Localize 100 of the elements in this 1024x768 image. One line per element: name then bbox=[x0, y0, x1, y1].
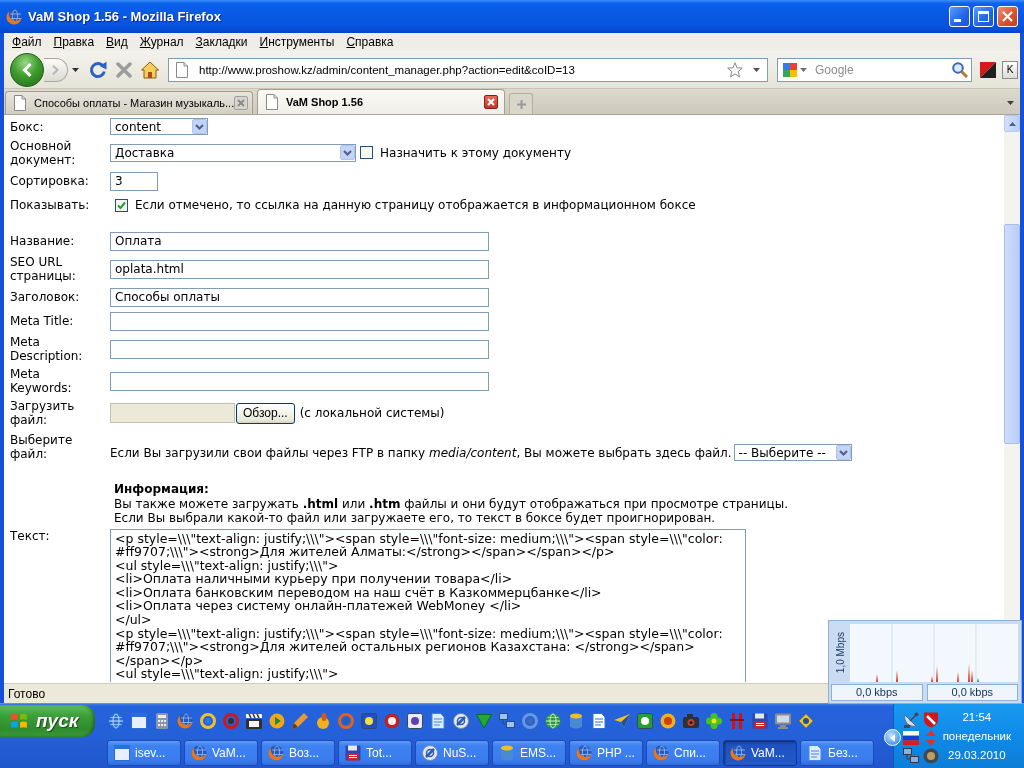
taskbar-button[interactable]: Спи... bbox=[646, 740, 720, 766]
monitor-icon[interactable] bbox=[775, 713, 791, 729]
browser-tab[interactable]: VaM Shop 1.56 bbox=[257, 89, 505, 114]
menu-item[interactable]: Закладки bbox=[189, 34, 254, 50]
flag-icon[interactable] bbox=[903, 730, 919, 746]
play-icon[interactable] bbox=[269, 713, 285, 729]
document-icon[interactable] bbox=[591, 713, 607, 729]
split-square-icon[interactable] bbox=[980, 61, 996, 78]
tray-expand-button[interactable] bbox=[884, 729, 901, 746]
window-icon[interactable] bbox=[131, 713, 147, 729]
globe-icon[interactable] bbox=[108, 713, 124, 729]
minimize-button[interactable] bbox=[949, 6, 970, 27]
document-icon[interactable] bbox=[430, 713, 446, 729]
input-field[interactable] bbox=[110, 371, 489, 391]
ring-icon[interactable] bbox=[384, 713, 400, 729]
taskbar-button[interactable]: Воз... bbox=[261, 740, 335, 766]
globe-icon[interactable] bbox=[177, 713, 193, 729]
camera-icon[interactable] bbox=[683, 713, 699, 729]
input-field[interactable]: oplata.html bbox=[110, 259, 489, 279]
address-field[interactable]: http://www.proshow.kz/admin/content_manager.php?action=edit&coID=13 bbox=[168, 57, 768, 82]
maximize-icon bbox=[978, 11, 989, 22]
tile-icon[interactable] bbox=[407, 713, 423, 729]
input-field[interactable]: Оплата bbox=[110, 231, 489, 251]
search-icon[interactable] bbox=[952, 61, 968, 78]
scale-label: 1,0 Mbps bbox=[835, 632, 846, 674]
menu-item[interactable]: Журнал bbox=[133, 34, 190, 50]
start-button[interactable]: пуск bbox=[0, 705, 95, 737]
menu-item[interactable]: Правка bbox=[47, 34, 101, 50]
input-field[interactable] bbox=[110, 311, 489, 331]
input-field[interactable] bbox=[110, 339, 489, 359]
disc-icon[interactable] bbox=[453, 713, 469, 729]
maximize-button[interactable] bbox=[973, 6, 994, 27]
taskbar-button[interactable]: Без... bbox=[800, 740, 874, 766]
checkbox[interactable] bbox=[360, 146, 373, 159]
calculator-icon[interactable] bbox=[154, 713, 170, 729]
pencil-icon[interactable] bbox=[292, 713, 308, 729]
diamond-icon[interactable] bbox=[798, 713, 814, 729]
scroll-up-button[interactable] bbox=[1004, 115, 1020, 132]
tile-icon[interactable] bbox=[637, 713, 653, 729]
box-select[interactable]: content bbox=[110, 118, 208, 135]
menu-item[interactable]: Инструменты bbox=[253, 34, 341, 50]
file-path-field[interactable] bbox=[110, 403, 235, 423]
menu-item[interactable]: Вид bbox=[100, 34, 134, 50]
input-field[interactable]: 3 bbox=[110, 171, 158, 191]
taskbar-button[interactable]: Tot... bbox=[338, 740, 412, 766]
text-line: <li>Оплата наличными курьеру при получении товара</li> bbox=[115, 572, 513, 586]
chevron-icon bbox=[835, 445, 851, 460]
close-icon bbox=[487, 98, 495, 106]
shield-icon[interactable] bbox=[923, 712, 939, 728]
network-icon[interactable] bbox=[903, 748, 919, 764]
database-icon[interactable] bbox=[568, 713, 584, 729]
back-button[interactable] bbox=[10, 52, 44, 87]
close-button[interactable] bbox=[997, 6, 1018, 27]
clapperboard-icon[interactable] bbox=[246, 713, 262, 729]
checkbox[interactable] bbox=[115, 198, 128, 212]
tile-icon[interactable] bbox=[783, 62, 797, 77]
search-field[interactable]: Google bbox=[777, 57, 972, 82]
star-icon[interactable] bbox=[727, 61, 743, 78]
info-text: Если Вы выбрали какой-то файл или загружаете его, то текст в боксе будет проигнорирован. bbox=[114, 511, 716, 526]
taskbar-button[interactable]: PHP ... bbox=[569, 740, 643, 766]
caret-icon[interactable] bbox=[800, 67, 807, 72]
paper-plane-icon[interactable] bbox=[614, 713, 630, 729]
tile-icon[interactable] bbox=[361, 713, 377, 729]
close-icon bbox=[237, 99, 246, 107]
menu-item[interactable]: Файл bbox=[6, 34, 48, 50]
menu-item[interactable]: Справка bbox=[340, 34, 400, 50]
taskbar-button[interactable]: VaM... bbox=[184, 740, 258, 766]
computer-icon[interactable] bbox=[499, 713, 515, 729]
caret-icon[interactable] bbox=[753, 67, 760, 72]
disc-icon bbox=[422, 745, 438, 761]
flower-icon[interactable] bbox=[706, 713, 722, 729]
page-icon bbox=[174, 61, 190, 78]
taskbar-button[interactable]: isev... bbox=[107, 740, 181, 766]
chevron-icon bbox=[192, 119, 207, 134]
tab-close-button[interactable] bbox=[484, 95, 498, 109]
file-select[interactable]: -- Выберите -- bbox=[733, 444, 852, 461]
text-line: <p style=\\\"text-align: justify;\\\"><span style=\\\"font-size: medium;\\\"><span style=\\\"color: bbox=[115, 531, 723, 546]
text-area-field[interactable] bbox=[110, 528, 746, 682]
browse-button[interactable]: Обзор... bbox=[236, 402, 295, 424]
scrollbar-thumb[interactable] bbox=[1004, 224, 1020, 444]
taskbar-button[interactable]: EMS... bbox=[492, 740, 566, 766]
reload-icon bbox=[89, 60, 107, 79]
globe-icon bbox=[191, 745, 207, 761]
document-select[interactable]: Доставка bbox=[110, 143, 356, 162]
text-line: <p style=\\\"text-align: justify;\\\"><span style=\\\"font-size: medium;\\\"><span style=\\\"color: bbox=[115, 626, 723, 641]
browser-tab[interactable]: Способы оплаты - Магазин музыкаль... bbox=[5, 91, 253, 114]
globe-icon bbox=[653, 745, 669, 761]
input-field[interactable]: Способы оплаты bbox=[110, 287, 489, 307]
taskbar-button[interactable]: NuS... bbox=[415, 740, 489, 766]
disc-icon[interactable] bbox=[923, 748, 939, 764]
globe-icon[interactable] bbox=[545, 713, 561, 729]
fruit-icon[interactable] bbox=[315, 713, 331, 729]
taskbar-button[interactable]: VaM... bbox=[723, 740, 797, 766]
text-line: <li>Оплата через систему онлайн-платежей WebMoney </li> bbox=[115, 599, 522, 614]
page-icon bbox=[12, 95, 28, 111]
ring-icon[interactable] bbox=[200, 713, 216, 729]
logo-icon bbox=[9, 712, 29, 730]
ring-icon[interactable] bbox=[660, 713, 676, 729]
satellite-dish-icon[interactable] bbox=[903, 712, 919, 728]
toolbar-button[interactable]: K bbox=[1002, 60, 1018, 79]
